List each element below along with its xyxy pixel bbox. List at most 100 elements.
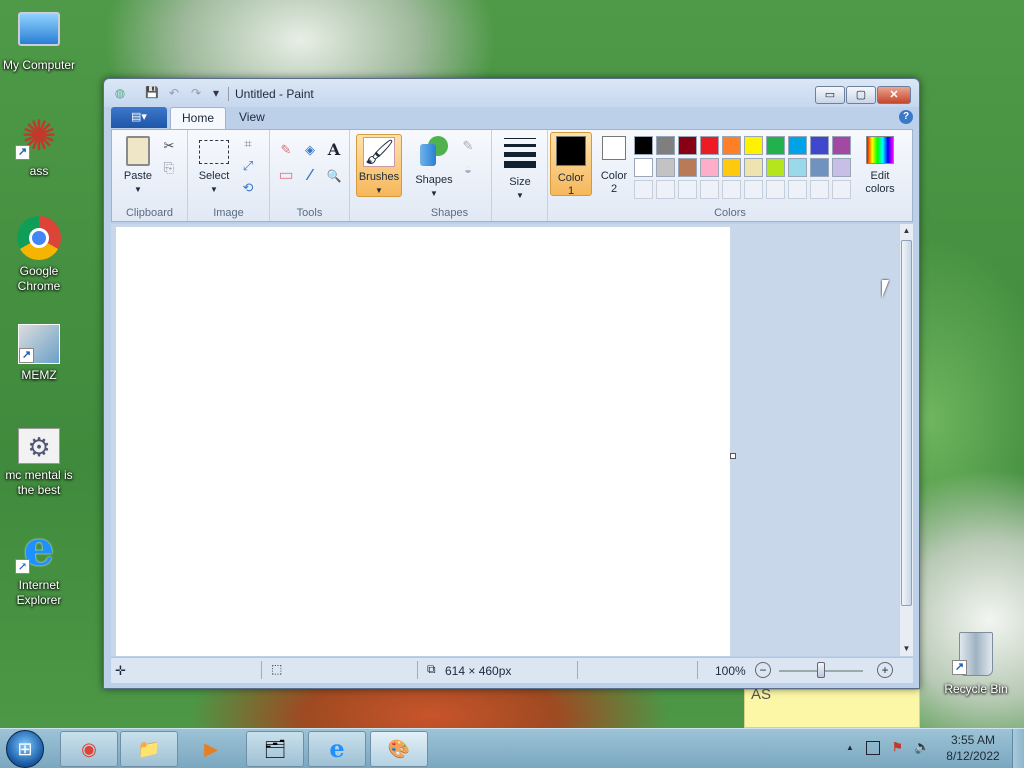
palette-swatch[interactable] — [722, 136, 741, 155]
palette-swatch[interactable] — [810, 136, 829, 155]
shape-outline-icon[interactable]: ✎ — [458, 136, 478, 156]
crop-icon[interactable]: ⌗ — [238, 134, 258, 154]
undo-icon[interactable]: ↶ — [166, 85, 182, 101]
shortcut-arrow-icon: ↗ — [15, 559, 30, 574]
color1-swatch — [556, 136, 586, 166]
desktop-icon-ass[interactable]: ✺ ↗ ass — [0, 112, 78, 179]
resize-icon[interactable]: ⤢ — [238, 156, 258, 176]
palette-swatch[interactable] — [810, 158, 829, 177]
color-picker-icon[interactable]: ⁄ — [300, 166, 320, 186]
taskbar-media-player[interactable]: ▶ — [182, 731, 240, 767]
copy-icon[interactable]: ⎘ — [159, 158, 179, 178]
scroll-thumb[interactable] — [901, 240, 912, 606]
save-icon[interactable]: 💾 — [144, 85, 160, 101]
custom-color-slot[interactable] — [744, 180, 763, 199]
color1-button[interactable]: Color 1 — [550, 132, 592, 197]
palette-swatch[interactable] — [722, 158, 741, 177]
paste-button[interactable]: Paste ▼ — [118, 136, 158, 196]
tab-home[interactable]: Home — [170, 107, 227, 129]
network-icon[interactable] — [866, 741, 880, 755]
text-icon[interactable]: A — [324, 140, 344, 160]
start-button[interactable]: ⊞ — [6, 730, 44, 768]
desktop-icon-recycle-bin[interactable]: ↗ Recycle Bin — [936, 632, 1016, 697]
sticky-note[interactable]: AS — [744, 686, 920, 728]
brushes-button[interactable]: 🖌 Brushes ▼ — [356, 134, 402, 197]
shapes-group: Shapes ▼ ✎ ◒ Shapes — [408, 130, 492, 221]
custom-color-slot[interactable] — [722, 180, 741, 199]
palette-swatch[interactable] — [656, 158, 675, 177]
custom-color-slot[interactable] — [832, 180, 851, 199]
size-button[interactable]: Size ▼ — [498, 138, 542, 202]
fill-icon[interactable]: ◈ — [300, 140, 320, 160]
zoom-in-icon[interactable]: + — [877, 662, 893, 678]
minimize-button[interactable]: ▭ — [815, 86, 845, 104]
palette-swatch[interactable] — [766, 136, 785, 155]
palette-swatch[interactable] — [832, 158, 851, 177]
custom-color-slot[interactable] — [700, 180, 719, 199]
zoom-slider-thumb[interactable] — [817, 662, 825, 678]
desktop-icon-internet-explorer[interactable]: e ↗ Internet Explorer — [0, 525, 78, 608]
palette-swatch[interactable] — [788, 136, 807, 155]
taskbar-libraries[interactable]: 🗂 — [246, 731, 304, 767]
desktop-icon-memz[interactable]: ↗ MEMZ — [0, 324, 78, 383]
customize-quick-access-icon[interactable]: ▾ — [208, 85, 224, 101]
show-desktop-button[interactable] — [1012, 729, 1024, 768]
magnifier-icon[interactable]: 🔍 — [324, 166, 344, 186]
canvas-resize-handle[interactable] — [730, 453, 736, 459]
palette-swatch[interactable] — [744, 158, 763, 177]
custom-color-slot[interactable] — [634, 180, 653, 199]
custom-color-slot[interactable] — [678, 180, 697, 199]
palette-swatch[interactable] — [678, 136, 697, 155]
action-center-icon[interactable]: ⚑ — [892, 740, 903, 754]
palette-swatch[interactable] — [634, 136, 653, 155]
palette-swatch[interactable] — [656, 136, 675, 155]
pencil-icon[interactable]: ✎ — [276, 140, 296, 160]
tab-view[interactable]: View — [228, 107, 276, 129]
drawing-canvas[interactable] — [116, 227, 730, 656]
ribbon: Paste ▼ ✂ ⎘ Clipboard Select ▼ ⌗ ⤢ ⟲ Image… — [111, 129, 913, 222]
edit-colors-button[interactable]: Edit colors — [858, 136, 902, 196]
selection-size-icon: ⬚ — [271, 662, 283, 676]
scroll-up-icon[interactable]: ▲ — [900, 224, 913, 238]
maximize-button[interactable]: ▢ — [846, 86, 876, 104]
rotate-icon[interactable]: ⟲ — [238, 178, 258, 198]
shapes-button[interactable]: Shapes ▼ — [412, 136, 456, 200]
zoom-out-icon[interactable]: − — [755, 662, 771, 678]
palette-swatch[interactable] — [678, 158, 697, 177]
select-button[interactable]: Select ▼ — [194, 136, 234, 196]
color2-button[interactable]: Color 2 — [594, 136, 634, 196]
cut-icon[interactable]: ✂ — [159, 136, 179, 156]
taskbar-paint[interactable]: 🎨 — [370, 731, 428, 767]
show-hidden-icons[interactable]: ▲ — [846, 743, 854, 752]
desktop-icon-google-chrome[interactable]: Google Chrome — [0, 216, 78, 294]
palette-swatch[interactable] — [766, 158, 785, 177]
palette-swatch[interactable] — [744, 136, 763, 155]
help-icon[interactable]: ? — [899, 110, 913, 124]
custom-color-slot[interactable] — [788, 180, 807, 199]
redo-icon[interactable]: ↷ — [188, 85, 204, 101]
taskbar-internet-explorer[interactable]: e — [308, 731, 366, 767]
paint-menu-button[interactable]: ▤▾ — [111, 107, 167, 128]
scroll-down-icon[interactable]: ▼ — [900, 642, 913, 656]
eraser-icon[interactable]: ▭ — [276, 166, 296, 186]
custom-color-slot[interactable] — [810, 180, 829, 199]
taskbar-explorer[interactable]: 📁 — [120, 731, 178, 767]
clock[interactable]: 3:55 AM 8/12/2022 — [940, 732, 1006, 764]
taskbar-chrome[interactable]: ◉ — [60, 731, 118, 767]
palette-swatch[interactable] — [700, 158, 719, 177]
close-button[interactable]: ✕ — [877, 86, 911, 104]
paint-window[interactable]: ◍ 💾 ↶ ↷ ▾ Untitled - Paint ▭ ▢ ✕ ▤▾ Home… — [103, 78, 920, 689]
desktop-icon-mc-mental[interactable]: ⚙ mc mental is the best — [0, 428, 78, 498]
desktop-icon-my-computer[interactable]: My Computer — [0, 10, 78, 72]
custom-color-slot[interactable] — [766, 180, 785, 199]
custom-color-slot[interactable] — [656, 180, 675, 199]
vertical-scrollbar[interactable]: ▲ ▼ — [899, 224, 913, 656]
title-bar[interactable]: ◍ 💾 ↶ ↷ ▾ Untitled - Paint ▭ ▢ ✕ — [104, 79, 919, 107]
shape-fill-icon[interactable]: ◒ — [458, 160, 478, 180]
palette-swatch[interactable] — [788, 158, 807, 177]
palette-swatch[interactable] — [700, 136, 719, 155]
zoom-level: 100% — [715, 664, 746, 678]
palette-swatch[interactable] — [832, 136, 851, 155]
volume-icon[interactable]: 🔈 — [914, 739, 930, 755]
palette-swatch[interactable] — [634, 158, 653, 177]
